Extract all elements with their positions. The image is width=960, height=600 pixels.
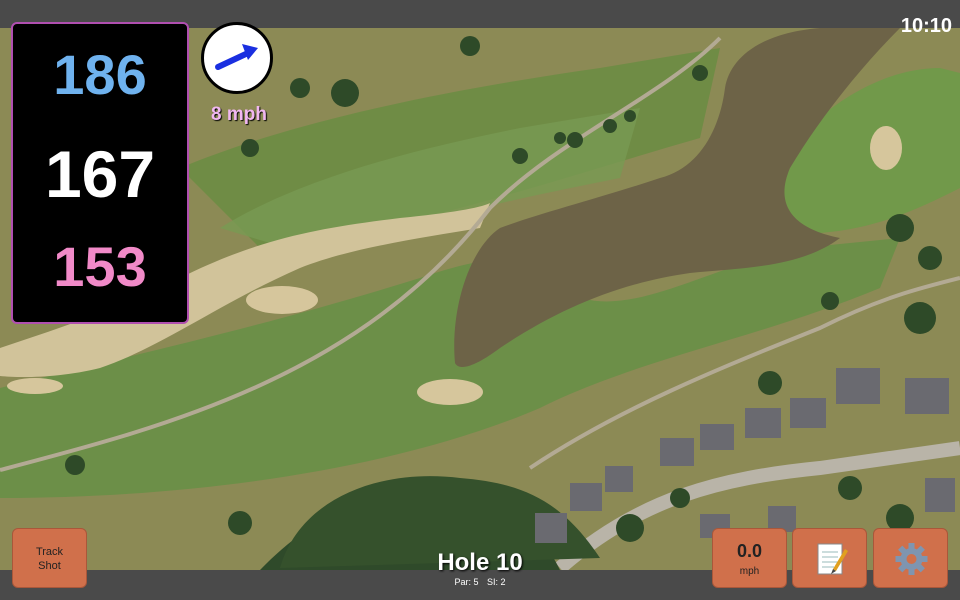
notepad-icon [817, 543, 848, 575]
hole-par: Par: 5 [454, 577, 479, 587]
clock: 10:10 [900, 15, 952, 37]
wind-arrow-icon [215, 44, 258, 70]
front-yardage: 153 [53, 235, 147, 298]
wind-speed-button[interactable]: 0.0 mph [712, 528, 787, 588]
wind-direction-dial [201, 22, 273, 94]
track-shot-label-line2: Shot [38, 560, 61, 572]
hole-title: Hole 10 [437, 549, 523, 576]
yardage-panel: 186 167 153 [11, 22, 189, 324]
hole-meta: Par: 5 SI: 2 [430, 577, 530, 587]
gear-icon [895, 543, 928, 575]
wind-button-unit: mph [739, 566, 760, 577]
wind-speed-label: 8 mph [211, 104, 267, 125]
settings-button[interactable] [873, 528, 948, 588]
back-yardage: 186 [53, 43, 147, 106]
center-yardage: 167 [44, 137, 156, 211]
wind-button-value: 0.0 [736, 541, 763, 561]
track-shot-button[interactable]: Track Shot [12, 528, 87, 588]
track-shot-label-line1: Track [35, 546, 64, 558]
notes-button[interactable] [792, 528, 867, 588]
hole-si: SI: 2 [487, 577, 506, 587]
